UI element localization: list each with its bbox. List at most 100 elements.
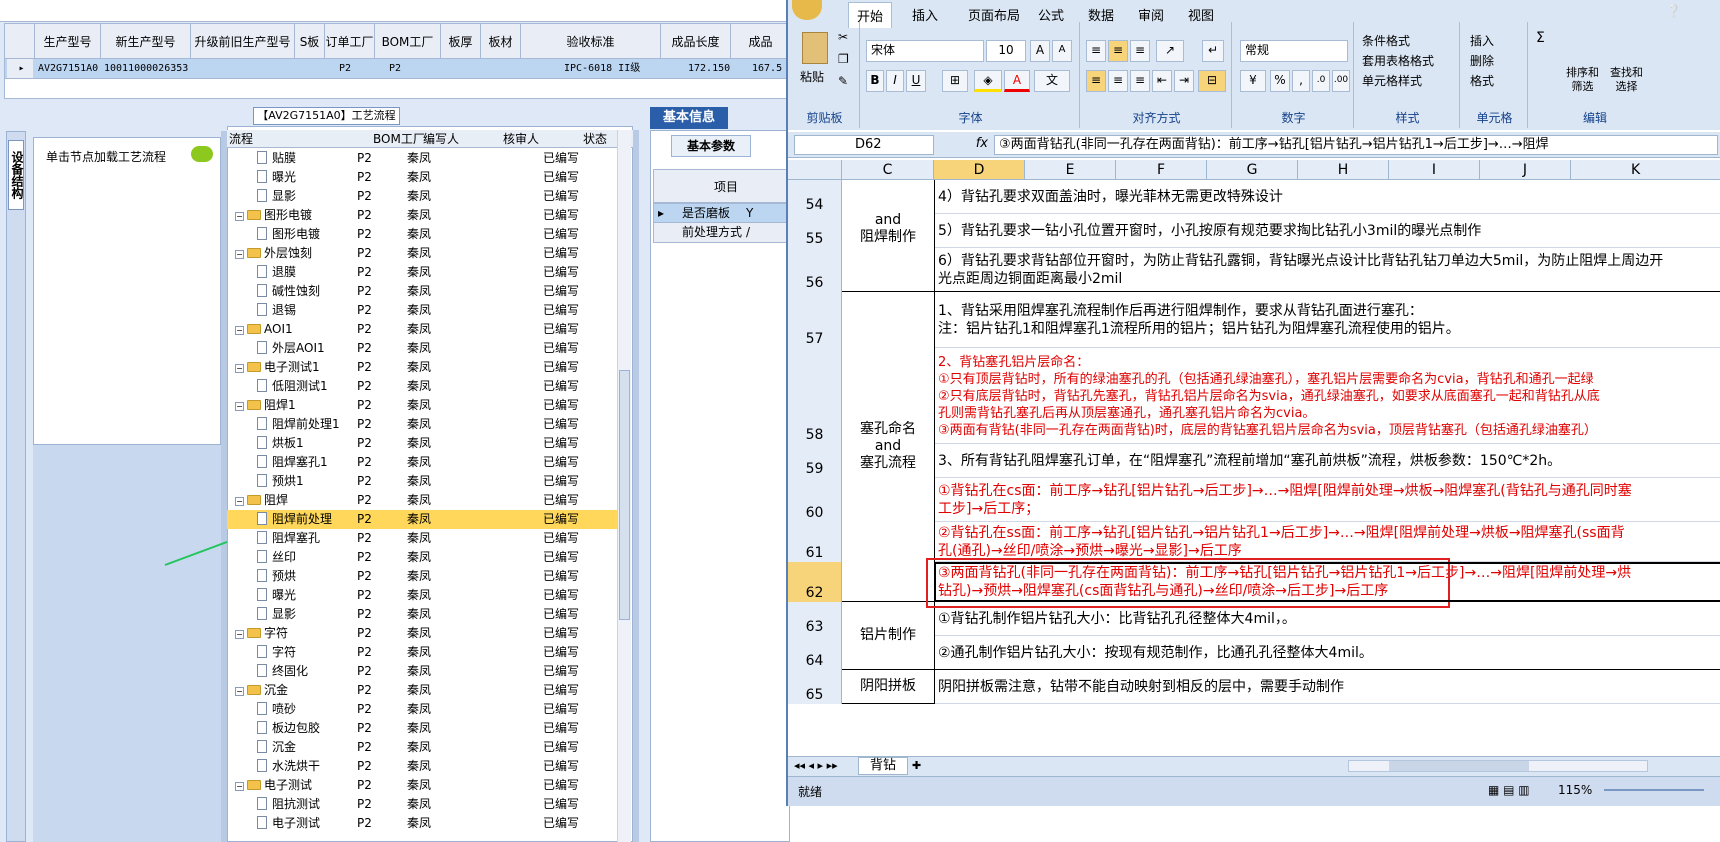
col-writer[interactable]: 编写人 bbox=[423, 130, 459, 148]
tree-scrollbar[interactable] bbox=[617, 130, 631, 842]
col-header[interactable]: S板 bbox=[295, 24, 325, 60]
splitter-2[interactable] bbox=[633, 130, 639, 842]
align-left-icon[interactable]: ≡ bbox=[1086, 70, 1106, 92]
increase-indent-icon[interactable]: ⇥ bbox=[1174, 70, 1194, 92]
align-top-icon[interactable]: ≡ bbox=[1086, 40, 1106, 62]
grid-cell[interactable]: 172.150 bbox=[685, 59, 731, 78]
tree-leaf-node[interactable]: 显影 P2 秦凤 已编写 bbox=[227, 605, 627, 624]
tree-group-node[interactable]: − 电子测试1 P2 秦凤 已编写 bbox=[227, 358, 627, 377]
col-bom-factory[interactable]: BOM工厂 bbox=[373, 130, 425, 148]
sheet-cell-d[interactable]: 工步]→后工序； bbox=[938, 500, 1718, 518]
zoom-slider[interactable] bbox=[1604, 789, 1704, 791]
tree-leaf-node[interactable]: 烘板1 P2 秦凤 已编写 bbox=[227, 434, 627, 453]
conditional-format-button[interactable]: 条件格式 bbox=[1362, 32, 1410, 49]
wrap-text-icon[interactable]: ↵ bbox=[1202, 40, 1224, 62]
collapse-icon[interactable]: − bbox=[235, 326, 244, 335]
col-header[interactable]: BOM工厂 bbox=[375, 24, 441, 60]
h-scroll-thumb[interactable] bbox=[1389, 761, 1529, 771]
grow-font-icon[interactable]: A bbox=[1030, 40, 1050, 62]
formula-input[interactable]: ③两面背钻孔(非同一孔存在两面背钻)：前工序→钻孔[铝片钻孔→铝片钻孔1→后工步… bbox=[994, 135, 1718, 155]
param-row[interactable]: ▸ 是否磨板 Y bbox=[653, 203, 791, 223]
col-header-f[interactable]: F bbox=[1116, 160, 1207, 180]
collapse-icon[interactable]: − bbox=[235, 630, 244, 639]
delete-button[interactable]: 删除 bbox=[1470, 52, 1494, 69]
align-middle-icon[interactable]: ≡ bbox=[1108, 40, 1128, 62]
col-header[interactable]: 生产型号 bbox=[35, 24, 101, 60]
autosum-icon[interactable]: Σ bbox=[1536, 30, 1545, 46]
name-box[interactable]: D62 bbox=[794, 135, 934, 155]
tree-leaf-node[interactable]: 阻焊塞孔1 P2 秦凤 已编写 bbox=[227, 453, 627, 472]
collapse-icon[interactable]: − bbox=[235, 782, 244, 791]
row-header[interactable]: 54 bbox=[788, 180, 842, 214]
format-painter-icon[interactable]: ✎ bbox=[838, 74, 848, 88]
param-value[interactable]: Y bbox=[746, 204, 753, 222]
grid-cell[interactable] bbox=[441, 59, 481, 78]
row-header[interactable]: 62 bbox=[788, 562, 842, 602]
sheet-cell-d[interactable]: 6）背钻孔要求背钻部位开窗时，为防止背钻孔露铜，背钻曝光点设计比背钻孔钻刀单边大… bbox=[938, 252, 1718, 270]
row-header[interactable]: 58 bbox=[788, 348, 842, 444]
row-header[interactable]: 60 bbox=[788, 478, 842, 522]
underline-icon[interactable]: U bbox=[906, 70, 926, 92]
tree-leaf-node[interactable]: 退膜 P2 秦凤 已编写 bbox=[227, 263, 627, 282]
tree-leaf-node[interactable]: 水洗烘干 P2 秦凤 已编写 bbox=[227, 757, 627, 776]
view-buttons-icon[interactable]: ▦ ▤ ▥ bbox=[1488, 783, 1530, 797]
col-header-h[interactable]: H bbox=[1298, 160, 1389, 180]
tree-leaf-node[interactable]: 阻焊前处理 P2 秦凤 已编写 bbox=[227, 510, 627, 529]
tree-leaf-node[interactable]: 阻抗测试 P2 秦凤 已编写 bbox=[227, 795, 627, 814]
basic-info-title[interactable]: 基本信息 bbox=[650, 107, 728, 129]
format-button[interactable]: 格式 bbox=[1470, 72, 1494, 89]
sheet-cell-d[interactable]: 阴阳拼板需注意，钻带不能自动映射到相反的层中，需要手动制作 bbox=[938, 678, 1718, 696]
row-header[interactable]: 64 bbox=[788, 636, 842, 670]
align-center-icon[interactable]: ≡ bbox=[1108, 70, 1128, 92]
sheet-cell-d[interactable]: ②只有底层背钻时，背钻孔先塞孔，背钻孔铝片层命名为svia，通孔绿油塞孔，如要求… bbox=[938, 388, 1718, 406]
device-structure-tab[interactable]: 设备结构 bbox=[8, 140, 24, 210]
sheet-cell-d[interactable]: ①只有顶层背钻时，所有的绿油塞孔的孔（包括通孔绿油塞孔），塞孔铝片层需要命名为c… bbox=[938, 371, 1718, 389]
tree-leaf-node[interactable]: 曝光 P2 秦凤 已编写 bbox=[227, 168, 627, 187]
row-header[interactable]: 65 bbox=[788, 670, 842, 704]
tree-leaf-node[interactable]: 曝光 P2 秦凤 已编写 bbox=[227, 586, 627, 605]
align-bottom-icon[interactable]: ≡ bbox=[1130, 40, 1150, 62]
tree-group-node[interactable]: − 阻焊1 P2 秦凤 已编写 bbox=[227, 396, 627, 415]
tree-leaf-node[interactable]: 显影 P2 秦凤 已编写 bbox=[227, 187, 627, 206]
orientation-icon[interactable]: ↗ bbox=[1156, 40, 1184, 62]
sheet-cell-d[interactable]: ①背钻孔在cs面：前工序→钻孔[铝片钻孔→后工步]→…→阻焊[阻焊前处理→烘板→… bbox=[938, 482, 1718, 500]
col-header[interactable]: 新生产型号 bbox=[101, 24, 191, 60]
col-header-j[interactable]: J bbox=[1480, 160, 1571, 180]
paste-icon[interactable] bbox=[802, 32, 828, 64]
col-header[interactable]: 成品 bbox=[731, 24, 790, 60]
number-format-select[interactable]: 常规 bbox=[1240, 40, 1348, 62]
tree-leaf-node[interactable]: 低阻测试1 P2 秦凤 已编写 bbox=[227, 377, 627, 396]
row-header[interactable]: 61 bbox=[788, 522, 842, 562]
collapse-icon[interactable]: − bbox=[235, 687, 244, 696]
office-button-icon[interactable] bbox=[792, 0, 822, 20]
increase-decimal-icon[interactable]: .0 bbox=[1312, 70, 1330, 92]
col-header-e[interactable]: E bbox=[1025, 160, 1116, 180]
grid-cell[interactable] bbox=[191, 59, 295, 78]
col-flow[interactable]: 流程 bbox=[229, 130, 253, 148]
phonetic-icon[interactable]: 文 bbox=[1034, 70, 1070, 92]
sheet-cell-c[interactable]: and 阻焊制作 bbox=[842, 180, 934, 292]
font-name-select[interactable]: 宋体 bbox=[866, 40, 984, 62]
sheet-cell-c[interactable]: 铝片制作 bbox=[842, 602, 934, 670]
tree-leaf-node[interactable]: 预烘1 P2 秦凤 已编写 bbox=[227, 472, 627, 491]
col-header[interactable]: 板厚 bbox=[441, 24, 481, 60]
border-icon[interactable]: ⊞ bbox=[942, 70, 968, 92]
new-sheet-icon[interactable]: ✚ bbox=[912, 759, 921, 772]
tree-group-node[interactable]: − AOI1 P2 秦凤 已编写 bbox=[227, 320, 627, 339]
tree-leaf-node[interactable]: 板边包胶 P2 秦凤 已编写 bbox=[227, 719, 627, 738]
speech-bubble-icon[interactable] bbox=[191, 146, 213, 162]
collapse-icon[interactable]: − bbox=[235, 364, 244, 373]
help-icon[interactable]: ❔ bbox=[1666, 4, 1681, 18]
row-header[interactable]: 55 bbox=[788, 214, 842, 248]
insert-button[interactable]: 插入 bbox=[1470, 32, 1494, 49]
align-right-icon[interactable]: ≡ bbox=[1130, 70, 1150, 92]
col-header-g[interactable]: G bbox=[1207, 160, 1298, 180]
sheet-nav-icons[interactable]: ◂◂ ◂ ▸ ▸▸ bbox=[794, 759, 838, 772]
table-format-button[interactable]: 套用表格格式 bbox=[1362, 52, 1434, 69]
row-header[interactable]: 63 bbox=[788, 602, 842, 636]
col-header-i[interactable]: I bbox=[1389, 160, 1480, 180]
collapse-icon[interactable]: − bbox=[235, 402, 244, 411]
sheet-cell-d[interactable]: 5）背钻孔要求一钻小孔位置开窗时，小孔按原有规范要求掏比钻孔小3mil的曝光点制… bbox=[938, 222, 1718, 240]
tree-leaf-node[interactable]: 外层AOI1 P2 秦凤 已编写 bbox=[227, 339, 627, 358]
col-header[interactable]: 成品长度 bbox=[661, 24, 731, 60]
